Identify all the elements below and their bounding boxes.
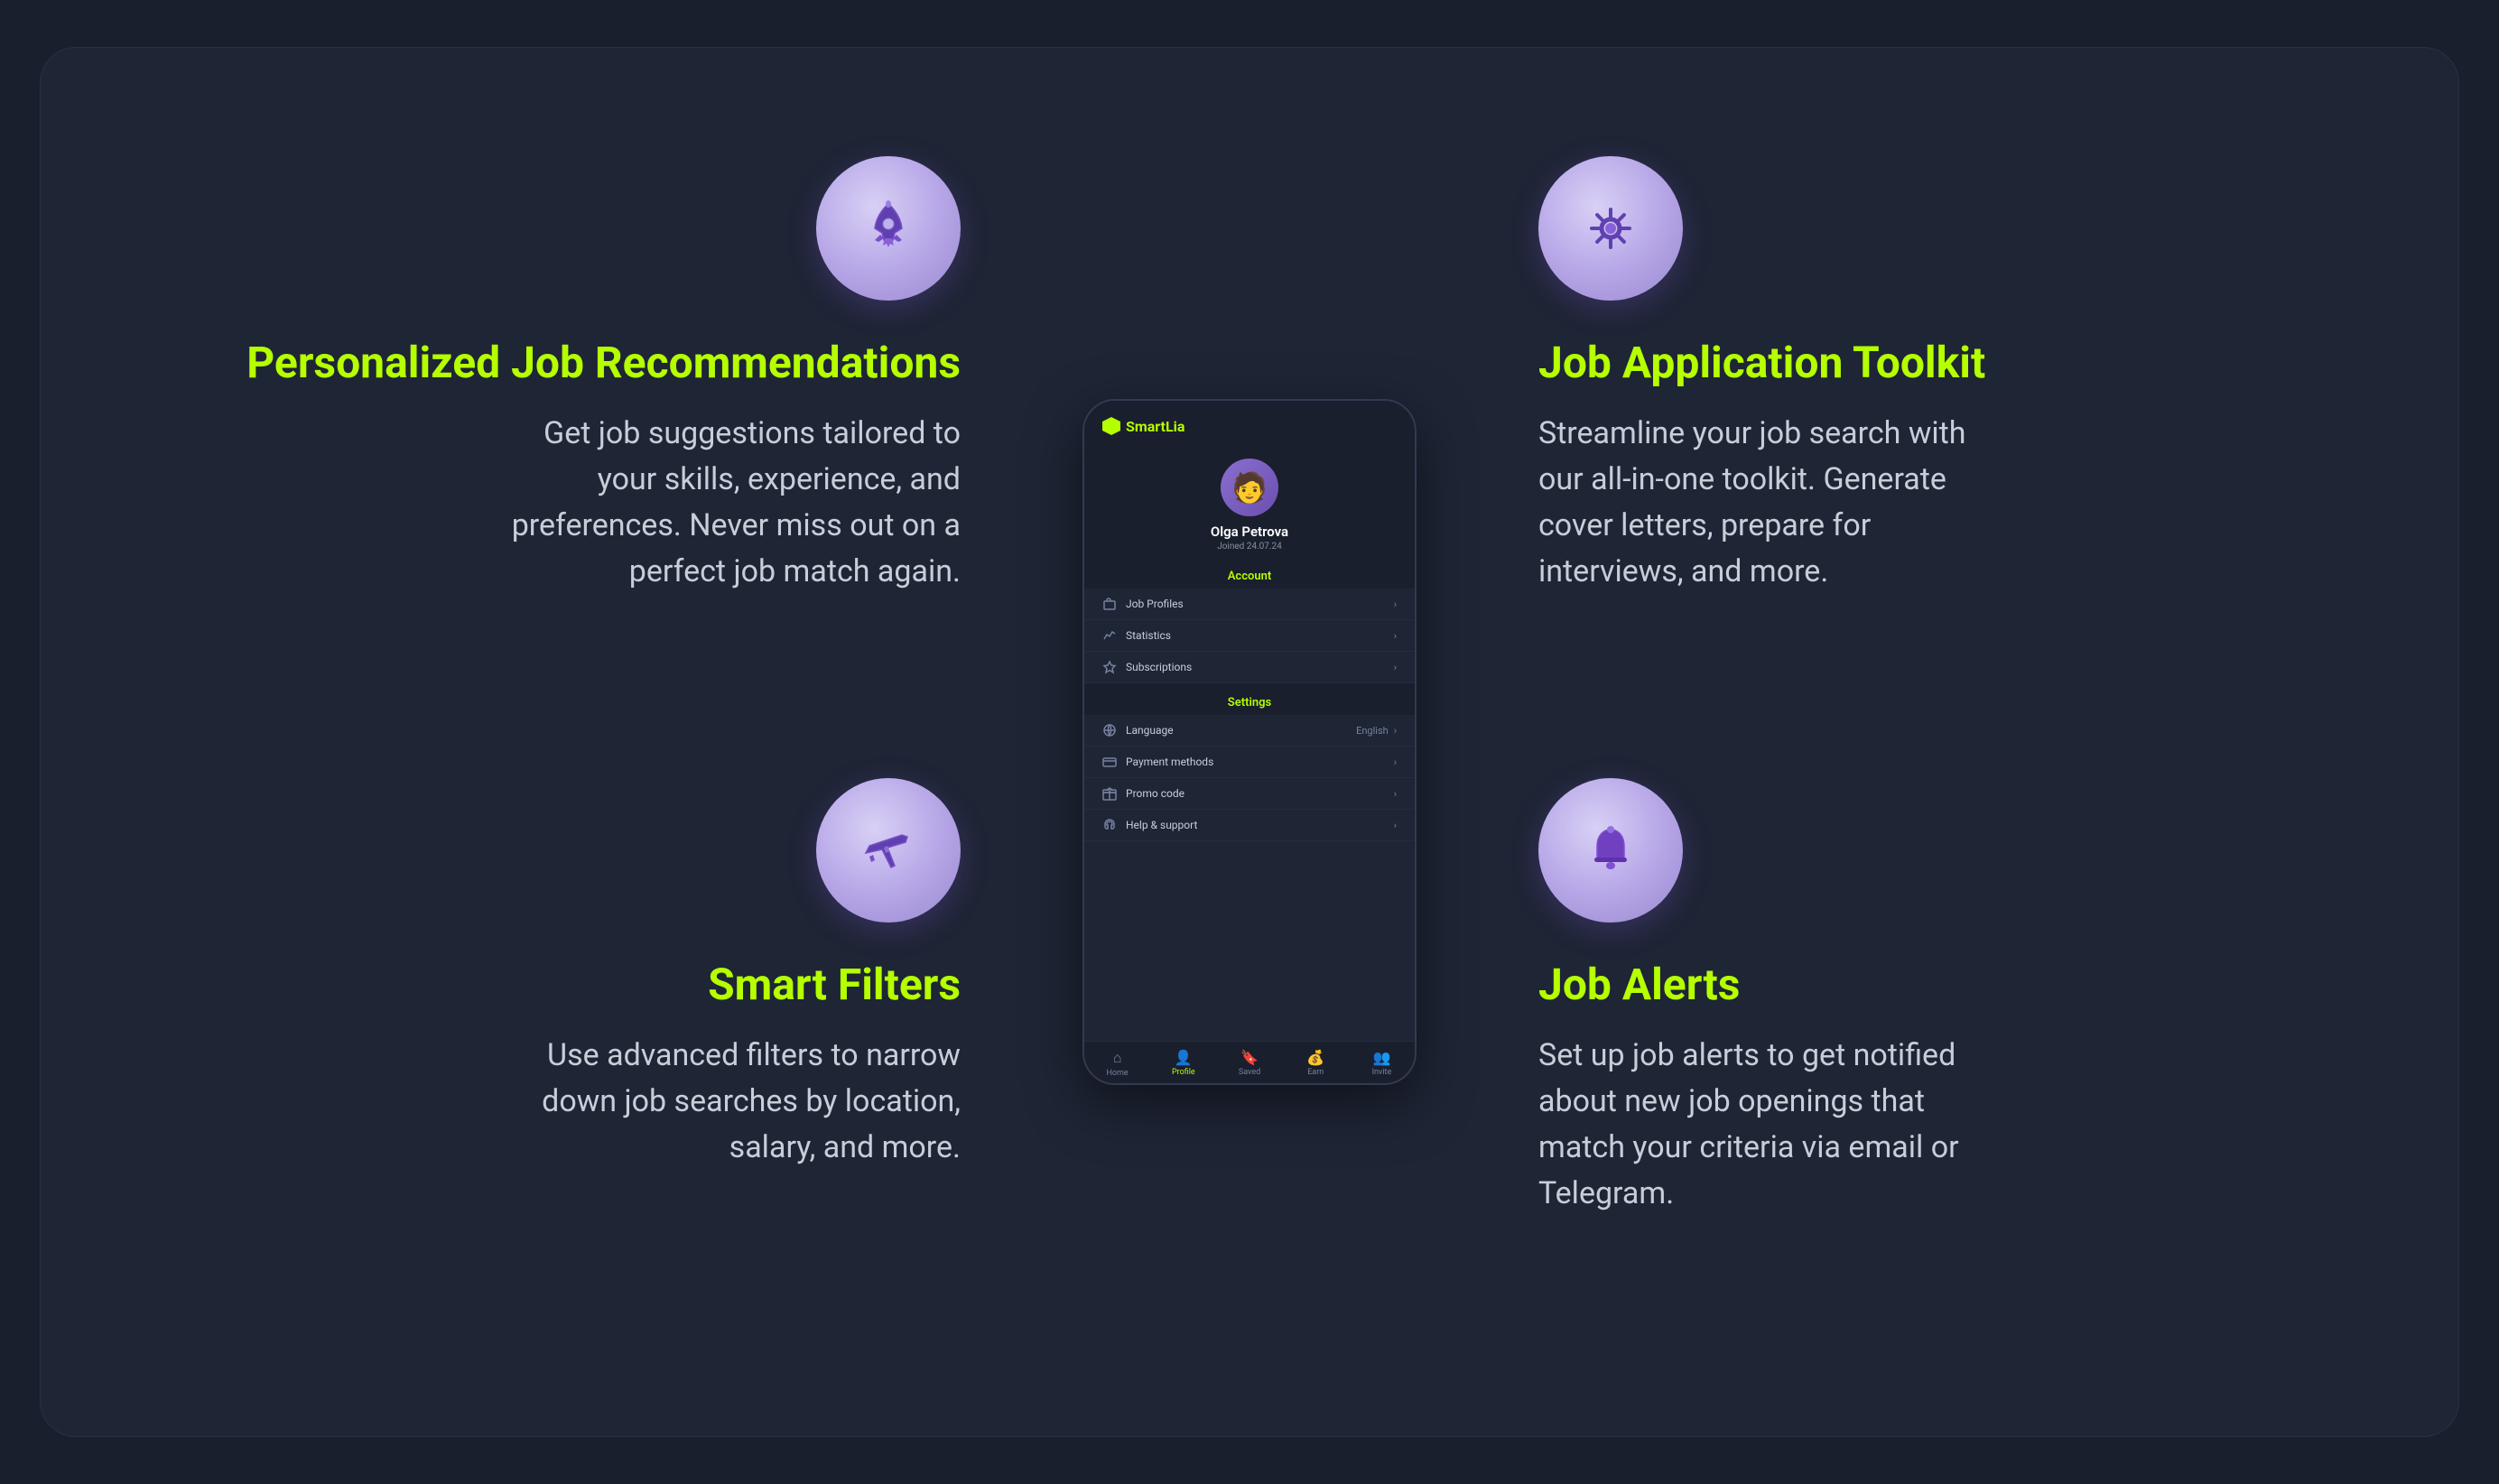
arrow-icon-2: › [1394,630,1397,642]
personalized-jobs-title: Personalized Job Recommendations [246,337,961,389]
bell-icon-circle [1538,778,1683,923]
home-nav-label: Home [1106,1069,1128,1078]
gift-icon [1102,786,1117,801]
menu-item-job-profiles[interactable]: Job Profiles › [1084,589,1415,620]
feature-grid: Personalized Job Recommendations Get job… [41,48,2458,1436]
logo-icon [1102,417,1120,435]
avatar: 🧑 [1221,459,1278,516]
arrow-icon-3: › [1394,662,1397,673]
promo-label: Promo code [1126,787,1394,800]
settings-section-title: Settings [1084,689,1415,715]
menu-item-promo[interactable]: Promo code › [1084,778,1415,810]
payment-label: Payment methods [1126,756,1394,768]
plane-icon-circle [816,778,961,923]
feature-toolkit: Job Application Toolkit Streamline your … [1484,120,2350,742]
earn-nav-icon: 💰 [1306,1049,1324,1066]
nav-invite[interactable]: 👥 Invite [1349,1049,1415,1078]
rocket-icon [857,197,920,260]
briefcase-icon [1102,597,1117,611]
card-icon [1102,755,1117,769]
bottom-navigation: ⌂ Home 👤 Profile 🔖 Saved 💰 [1084,1041,1415,1083]
profile-nav-icon: 👤 [1175,1049,1193,1066]
feature-alerts: Job Alerts Set up job alerts to get noti… [1484,742,2350,1364]
profile-joined: Joined 24.07.24 [1217,542,1282,552]
phone-mockup: SmartLia 🧑 Olga Petrova Joined 24.07.24 … [1082,399,1417,1085]
account-section-title: Account [1084,562,1415,589]
saved-nav-icon: 🔖 [1240,1049,1259,1066]
toolkit-desc: Streamline your job search with our all-… [1538,411,1990,595]
smart-filters-desc: Use advanced filters to narrow down job … [509,1033,961,1171]
job-profiles-label: Job Profiles [1126,598,1394,610]
arrow-icon-7: › [1394,820,1397,831]
profile-nav-label: Profile [1172,1068,1195,1077]
avatar-image: 🧑 [1231,470,1268,505]
gear-icon-circle [1538,156,1683,301]
chart-icon [1102,628,1117,643]
menu-item-statistics[interactable]: Statistics › [1084,620,1415,652]
gear-icon [1579,197,1642,260]
arrow-icon-5: › [1394,756,1397,768]
home-nav-icon: ⌂ [1113,1049,1122,1067]
phone-showcase-area: SmartLia 🧑 Olga Petrova Joined 24.07.24 … [1015,120,1484,1364]
profile-name: Olga Petrova [1211,524,1288,540]
language-value: English [1356,725,1389,737]
nav-profile[interactable]: 👤 Profile [1150,1049,1216,1078]
personalized-jobs-desc: Get job suggestions tailored to your ski… [509,411,961,595]
alerts-desc: Set up job alerts to get notified about … [1538,1033,1990,1217]
arrow-icon-4: › [1394,725,1397,737]
bell-icon [1579,819,1642,882]
feature-smart-filters: Smart Filters Use advanced filters to na… [149,742,1015,1364]
help-label: Help & support [1126,819,1394,831]
toolkit-title: Job Application Toolkit [1538,337,1985,389]
menu-item-language[interactable]: Language English › [1084,715,1415,747]
invite-nav-icon: 👥 [1372,1049,1390,1066]
phone-header: SmartLia [1084,401,1415,444]
profile-section: 🧑 Olga Petrova Joined 24.07.24 [1084,444,1415,562]
saved-nav-label: Saved [1239,1068,1260,1077]
arrow-icon: › [1394,598,1397,610]
nav-home[interactable]: ⌂ Home [1084,1049,1150,1078]
menu-item-help[interactable]: Help & support › [1084,810,1415,841]
app-name-label: SmartLia [1126,418,1184,435]
subscriptions-label: Subscriptions [1126,661,1394,673]
globe-icon [1102,723,1117,737]
arrow-icon-6: › [1394,788,1397,800]
plane-icon [857,819,920,882]
alerts-title: Job Alerts [1538,959,1740,1011]
statistics-label: Statistics [1126,629,1394,642]
nav-saved[interactable]: 🔖 Saved [1216,1049,1282,1078]
earn-nav-label: Earn [1307,1068,1324,1077]
language-label: Language [1126,724,1356,737]
smart-filters-title: Smart Filters [708,959,961,1011]
feature-personalized-jobs: Personalized Job Recommendations Get job… [149,120,1015,742]
star-icon [1102,660,1117,674]
invite-nav-label: Invite [1372,1068,1392,1077]
smartlia-logo: SmartLia [1102,417,1184,435]
main-container: Personalized Job Recommendations Get job… [40,47,2459,1437]
headset-icon [1102,818,1117,832]
nav-earn[interactable]: 💰 Earn [1283,1049,1349,1078]
menu-item-subscriptions[interactable]: Subscriptions › [1084,652,1415,683]
phone-body: 🧑 Olga Petrova Joined 24.07.24 Account J… [1084,444,1415,1083]
menu-item-payment[interactable]: Payment methods › [1084,747,1415,778]
rocket-icon-circle [816,156,961,301]
